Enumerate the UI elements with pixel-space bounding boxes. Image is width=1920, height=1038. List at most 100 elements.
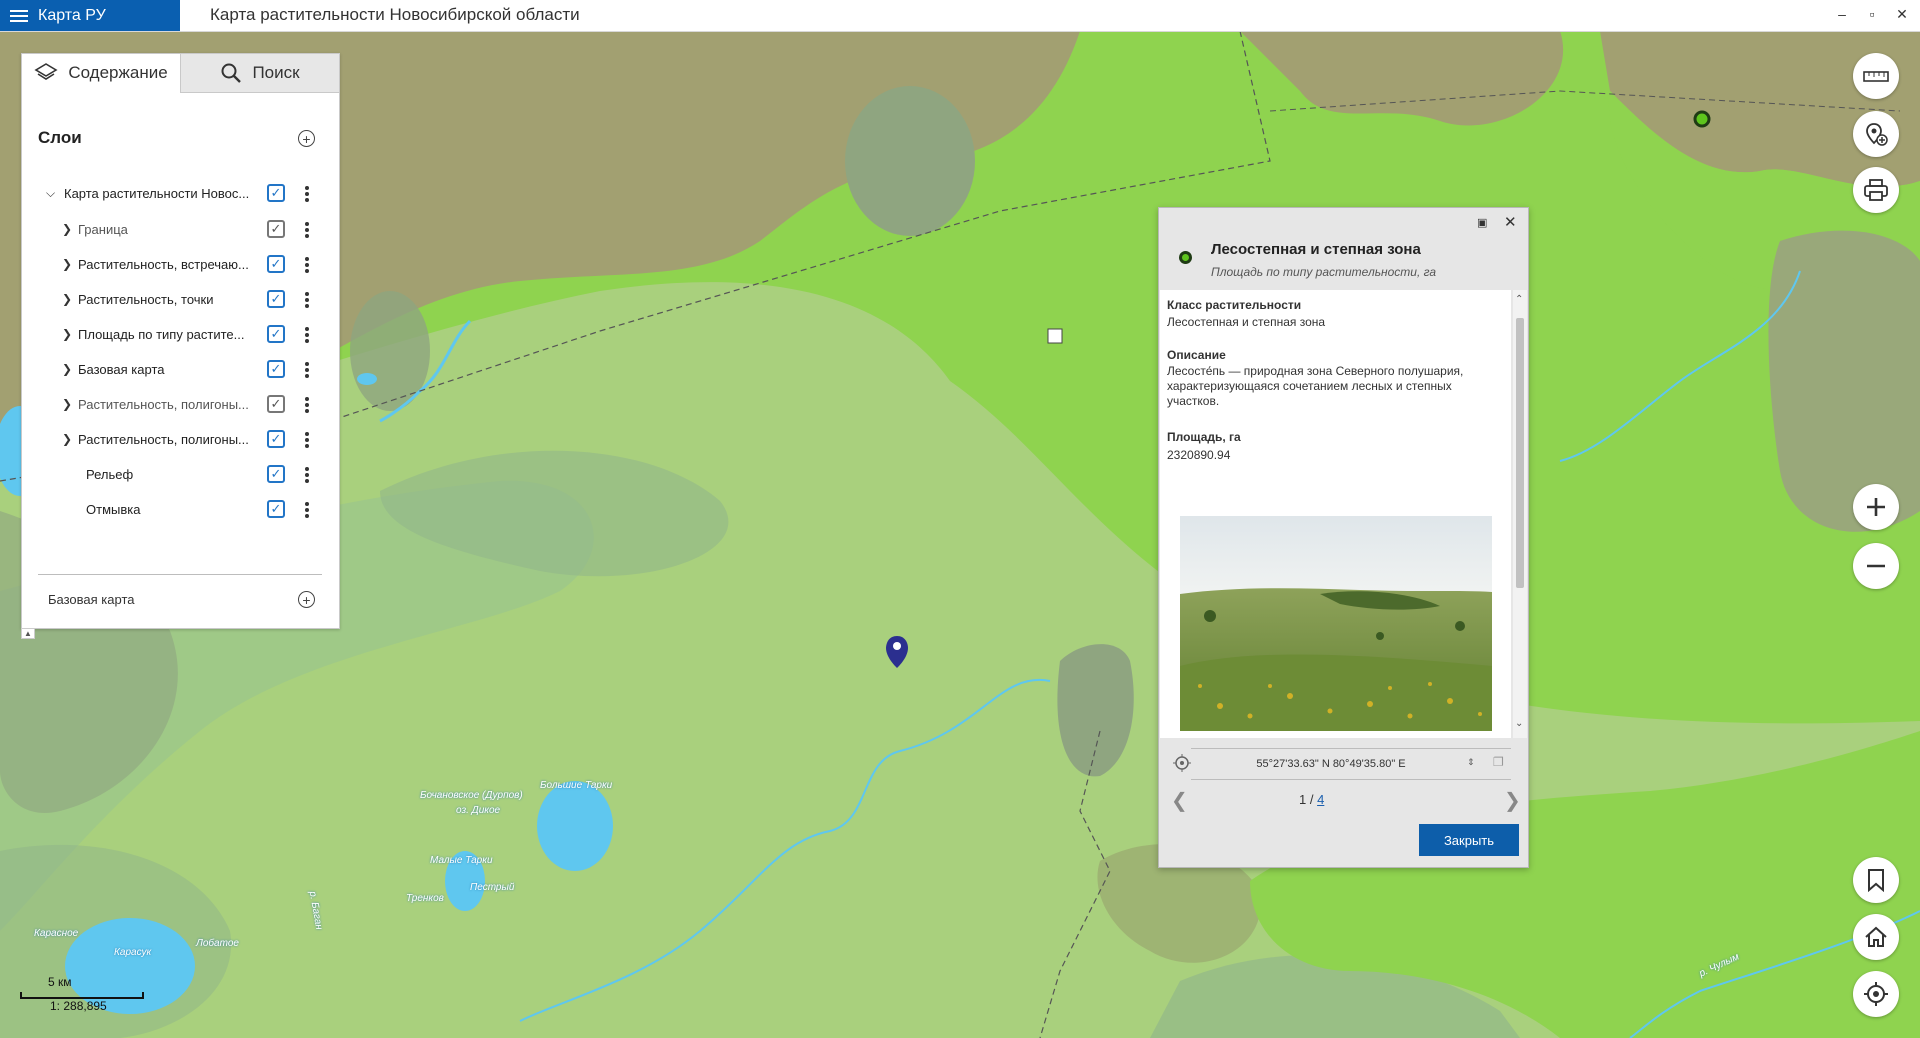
layer-menu-icon[interactable] <box>305 184 311 204</box>
field-value: 2320890.94 <box>1167 448 1231 462</box>
measure-button[interactable] <box>1853 53 1899 99</box>
title-bar: Карта РУ Карта растительности Новосибирс… <box>0 0 1920 32</box>
layer-menu-icon[interactable] <box>305 290 311 310</box>
chevron-right-icon[interactable]: ❯ <box>62 222 76 236</box>
app-menu-button[interactable]: Карта РУ <box>0 0 180 31</box>
layer-row[interactable]: ❯ Базовая карта <box>62 357 254 381</box>
field-name: Класс растительности <box>1167 298 1302 312</box>
close-window-button[interactable]: ✕ <box>1892 6 1912 23</box>
location-pin-icon <box>1866 123 1888 146</box>
layer-menu-icon[interactable] <box>305 395 311 415</box>
my-location-button[interactable] <box>1853 971 1899 1017</box>
add-layer-button[interactable]: + <box>298 130 315 147</box>
layer-menu-icon[interactable] <box>305 325 311 345</box>
app-name: Карта РУ <box>38 6 106 24</box>
scale-ratio: 1: 288,895 <box>50 999 107 1013</box>
minimize-button[interactable]: ‒ <box>1832 6 1852 22</box>
layer-label: Площадь по типу растите... <box>78 326 245 342</box>
pager-total[interactable]: 4 <box>1317 792 1324 807</box>
next-feature-icon[interactable]: ❯ <box>1504 788 1521 813</box>
layer-row[interactable]: ❯ Растительность, встречаю... <box>62 252 254 276</box>
contents-panel: Содержание Поиск Слои + ⌵ Карта растител… <box>21 53 340 629</box>
layer-row[interactable]: ❯ Растительность, полигоны... <box>62 427 254 451</box>
layer-checkbox[interactable]: ✓ <box>267 395 285 413</box>
collapse-panel-button[interactable]: ▲ <box>21 628 35 639</box>
layer-checkbox[interactable]: ✓ <box>267 325 285 343</box>
scroll-up-icon[interactable]: ⌃ <box>1515 294 1523 305</box>
print-button[interactable] <box>1853 167 1899 213</box>
add-location-button[interactable] <box>1853 111 1899 157</box>
layer-menu-icon[interactable] <box>305 500 311 520</box>
chevron-right-icon[interactable]: ❯ <box>62 362 76 376</box>
close-button[interactable]: Закрыть <box>1419 824 1519 856</box>
tab-contents-label: Содержание <box>68 62 168 82</box>
layer-label: Растительность, полигоны... <box>78 431 249 447</box>
popup-scrollbar[interactable]: ⌃ ⌄ <box>1513 290 1527 738</box>
layer-menu-icon[interactable] <box>305 220 311 240</box>
layer-checkbox[interactable]: ✓ <box>267 184 285 202</box>
layer-label: Растительность, встречаю... <box>78 256 249 272</box>
zoom-out-button[interactable] <box>1853 543 1899 589</box>
pager-current: 1 / <box>1299 792 1314 807</box>
layer-menu-icon[interactable] <box>305 255 311 275</box>
add-basemap-button[interactable]: + <box>298 591 315 608</box>
layer-label: Растительность, точки <box>78 291 214 307</box>
restore-button[interactable]: ▫ <box>1862 6 1882 22</box>
layer-checkbox[interactable]: ✓ <box>267 255 285 273</box>
scale-distance: 5 км <box>48 975 72 989</box>
layer-row[interactable]: ❯ Растительность, точки <box>62 287 254 311</box>
scroll-down-icon[interactable]: ⌄ <box>1515 718 1523 729</box>
layer-row[interactable]: Отмывка <box>86 497 236 521</box>
feature-pager: 1 / 4 <box>1299 792 1324 807</box>
layer-row[interactable]: ⌵ Карта растительности Новос... <box>46 181 258 205</box>
field-value: Лесостепная и степная зона <box>1167 315 1326 329</box>
steppe-photo <box>1180 516 1492 731</box>
feature-popup: ▣ ✕ Лесостепная и степная зона Площадь п… <box>1158 207 1529 868</box>
layer-label: Карта растительности Новос... <box>64 185 250 201</box>
copy-icon[interactable]: ❐ <box>1493 755 1504 769</box>
previous-feature-icon[interactable]: ❮ <box>1171 788 1188 813</box>
layer-menu-icon[interactable] <box>305 360 311 380</box>
chevron-right-icon[interactable]: ❯ <box>62 257 76 271</box>
locate-icon <box>1864 982 1888 1006</box>
bookmarks-button[interactable] <box>1853 857 1899 903</box>
feature-symbol-icon <box>1179 251 1192 264</box>
tab-contents[interactable]: Содержание <box>22 54 180 93</box>
layer-row[interactable]: ❯ Площадь по типу растите... <box>62 322 254 346</box>
chevron-down-icon[interactable]: ⌵ <box>46 186 60 201</box>
panel-divider <box>38 574 322 575</box>
scrollbar-thumb[interactable] <box>1516 318 1524 588</box>
layer-row[interactable]: ❯ Граница <box>62 217 254 241</box>
layer-menu-icon[interactable] <box>305 465 311 485</box>
coordinate-field[interactable]: 55°27'33.63" N 80°49'35.80" E ⇕ ❐ <box>1191 748 1511 780</box>
basemap-label: Базовая карта <box>48 592 135 607</box>
zoom-in-button[interactable] <box>1853 484 1899 530</box>
maximize-popup-icon[interactable]: ▣ <box>1477 216 1487 229</box>
layer-checkbox[interactable]: ✓ <box>267 220 285 238</box>
layer-menu-icon[interactable] <box>305 430 311 450</box>
layer-checkbox[interactable]: ✓ <box>267 500 285 518</box>
zoom-in-icon <box>1867 498 1885 516</box>
layers-heading: Слои <box>38 128 82 147</box>
close-popup-icon[interactable]: ✕ <box>1504 213 1517 231</box>
layer-row[interactable]: Рельеф <box>86 462 236 486</box>
chevron-right-icon[interactable]: ❯ <box>62 397 76 411</box>
locate-feature-icon[interactable] <box>1173 754 1191 772</box>
chevron-right-icon[interactable]: ❯ <box>62 327 76 341</box>
coordinate-format-select-icon[interactable]: ⇕ <box>1467 757 1475 768</box>
search-icon <box>221 63 242 83</box>
layer-label: Граница <box>78 221 128 237</box>
home-button[interactable] <box>1853 914 1899 960</box>
layer-checkbox[interactable]: ✓ <box>267 430 285 448</box>
chevron-right-icon[interactable]: ❯ <box>62 292 76 306</box>
bookmark-icon <box>1868 869 1884 892</box>
layer-checkbox[interactable]: ✓ <box>267 465 285 483</box>
zoom-out-icon <box>1867 564 1885 568</box>
layer-checkbox[interactable]: ✓ <box>267 360 285 378</box>
chevron-right-icon[interactable]: ❯ <box>62 432 76 446</box>
tab-search[interactable]: Поиск <box>180 54 339 93</box>
popup-content[interactable]: Класс растительности Лесостепная и степн… <box>1160 290 1511 738</box>
layer-row[interactable]: ❯ Растительность, полигоны... <box>62 392 254 416</box>
field-name: Площадь, га <box>1167 430 1241 444</box>
layer-checkbox[interactable]: ✓ <box>267 290 285 308</box>
